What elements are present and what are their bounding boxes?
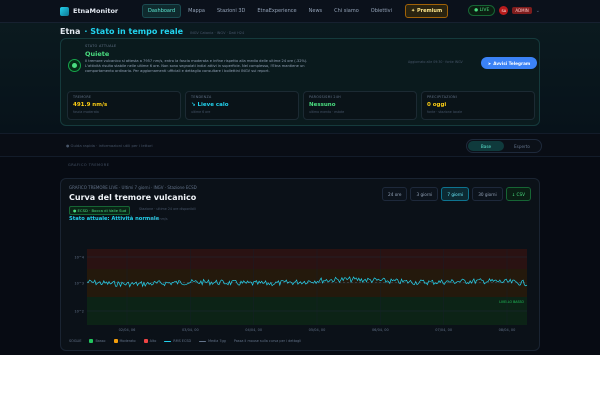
page-title-main: Etna <box>60 27 81 36</box>
legend-rms: RMS ECSD <box>164 339 191 343</box>
metrics-row: TREMORE 491.9 nm/s fascia moderata TENDE… <box>67 91 535 120</box>
status-ok-icon <box>68 59 81 72</box>
nav-dashboard[interactable]: Dashboard <box>142 4 182 18</box>
metric-value: ↘ Lieve calo <box>191 102 229 108</box>
band-label: LIVELLO BASSO <box>499 300 524 304</box>
premium-button[interactable]: ✦ Premium <box>405 4 449 18</box>
legend-alto: Alto <box>143 339 156 343</box>
nav-etnaexperience[interactable]: EtnaExperience <box>252 5 301 17</box>
hero-section: Etna · Stato in tempo reale INGV Catania… <box>0 23 600 133</box>
brand-name: EtnaMonitor <box>73 7 119 15</box>
metric-sub: ultimo evento · estate <box>309 110 345 114</box>
mode-esperto-button[interactable]: Esperto <box>504 141 540 151</box>
metric-sub: fascia moderata <box>73 110 99 114</box>
mode-base-button[interactable]: Base <box>468 141 504 151</box>
metric-label: TENDENZA <box>191 95 212 99</box>
x-tick-label: 03/04, 00 <box>182 328 199 332</box>
app-window: EtnaMonitor Dashboard Mappa Stazioni 3D … <box>0 0 600 355</box>
nav-stazioni-3d[interactable]: Stazioni 3D <box>212 5 250 17</box>
x-tick-label: 05/04, 00 <box>309 328 326 332</box>
metric-label: PAROSSISMI 24H <box>309 95 341 99</box>
x-tick-label: 04/04, 00 <box>245 328 262 332</box>
metric-parossismi: PAROSSISMI 24H Nessuno ultimo evento · e… <box>303 91 417 120</box>
metric-precipitazioni: PRECIPITAZIONI 0 oggi fonte · stazione l… <box>421 91 535 120</box>
page-title-sub: · Stato in tempo reale <box>84 27 184 36</box>
legend-hint: Passa il mouse sulla curva per i dettagl… <box>233 339 302 343</box>
chart-legend: SOGLIE Basso Moderato Alto RMS ECSD Medi… <box>69 339 301 343</box>
admin-badge: ADMIN <box>512 7 532 14</box>
x-tick-label: 07/04, 00 <box>435 328 452 332</box>
metric-label: TREMORE <box>73 95 92 99</box>
legend-media: Media 7gg <box>199 339 226 343</box>
x-tick-label: 06/04, 00 <box>372 328 389 332</box>
chevron-down-icon[interactable]: ⌄ <box>536 8 540 14</box>
state-value: Quiete <box>85 50 110 58</box>
telegram-icon: ➤ <box>487 60 492 66</box>
avatar[interactable]: SA <box>499 6 509 15</box>
legend-basso: Basso <box>89 339 106 343</box>
x-tick-label: 02/04, 06 <box>119 328 136 332</box>
state-card: STATO ATTUALE Quiete Il tremore vulcanic… <box>60 38 540 126</box>
metric-tendenza: TENDENZA ↘ Lieve calo ultime 6 ore <box>185 91 299 120</box>
state-label: STATO ATTUALE <box>85 44 117 48</box>
tremor-chart-panel: GRAFICO TREMORE LIVE · Ultimi 7 giorni ·… <box>60 178 540 351</box>
breadcrumb[interactable]: ● Guida rapida · informazioni utili per … <box>66 143 153 148</box>
live-badge: ● LIVE <box>468 5 496 16</box>
brand[interactable]: EtnaMonitor <box>60 6 142 16</box>
metric-sub: fonte · stazione locale <box>427 110 463 114</box>
guide-strip: ● Guida rapida · informazioni utili per … <box>0 133 600 157</box>
nav-chi-siamo[interactable]: Chi siamo <box>329 5 364 17</box>
metric-value: Nessuno <box>309 102 336 108</box>
nav-mappa[interactable]: Mappa <box>183 5 210 17</box>
updated-timestamp: Aggiornato alle 09:30 · fonte INGV <box>408 60 463 64</box>
nav-news[interactable]: News <box>304 5 328 17</box>
y-tick-label: 10^2 <box>74 310 84 314</box>
page-title: Etna · Stato in tempo reale INGV Catania… <box>60 27 244 36</box>
main-menu: Dashboard Mappa Stazioni 3D EtnaExperien… <box>142 4 449 18</box>
metric-sub: ultime 6 ore <box>191 110 211 114</box>
section-heading: GRAFICO TREMORE <box>68 163 110 167</box>
volcano-logo-icon <box>60 6 69 16</box>
top-navbar: EtnaMonitor Dashboard Mappa Stazioni 3D … <box>0 0 600 23</box>
page-meta: INGV Catania · INGV · Dati H24 <box>190 31 245 35</box>
y-tick-label: 10^3 <box>74 282 84 286</box>
telegram-alerts-button[interactable]: ➤ Avvisi Telegram <box>481 57 537 69</box>
legend-title: SOGLIE <box>69 339 82 343</box>
tremor-chart[interactable]: 10^4 10^3 10^2 LIVELLO BASSO 02/04, 06 03/04,… <box>61 179 541 352</box>
nav-right: ● LIVE SA ADMIN ⌄ <box>468 5 540 16</box>
band-alto <box>87 249 527 269</box>
telegram-label: Avvisi Telegram <box>493 60 531 66</box>
metric-value: 0 oggi <box>427 102 447 108</box>
nav-obiettivi[interactable]: Obiettivi <box>366 5 397 17</box>
legend-moderato: Moderato <box>113 339 136 343</box>
mode-toggle: Base Esperto <box>466 139 542 153</box>
metric-tremore: TREMORE 491.9 nm/s fascia moderata <box>67 91 181 120</box>
x-tick-label: 08/04, 00 <box>499 328 516 332</box>
metric-value: 491.9 nm/s <box>73 102 108 108</box>
y-tick-label: 10^4 <box>74 256 84 260</box>
state-description: Il tremore vulcanico si attesta a 7957 n… <box>85 59 308 74</box>
metric-label: PRECIPITAZIONI <box>427 95 458 99</box>
